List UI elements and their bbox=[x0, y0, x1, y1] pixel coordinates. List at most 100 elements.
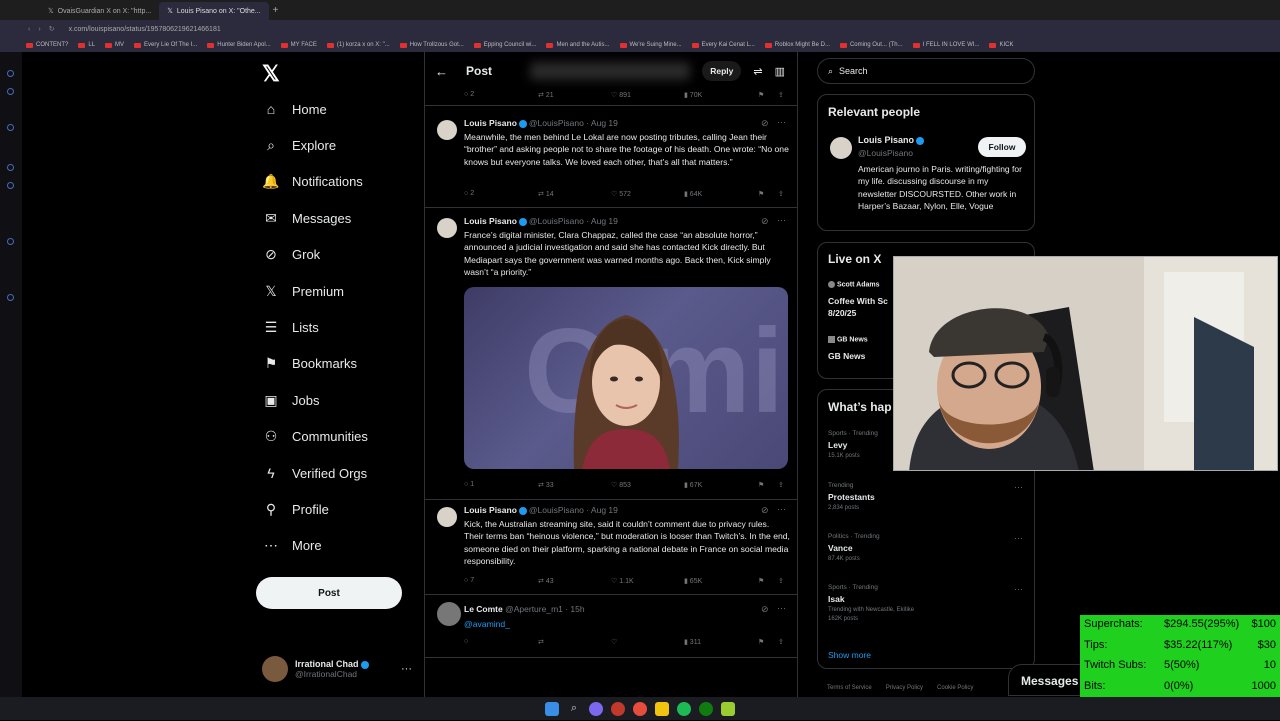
nav-item-bookmarks[interactable]: ⚑ Bookmarks bbox=[262, 355, 357, 373]
footer-link[interactable]: Privacy Policy bbox=[886, 685, 923, 691]
bookmark-item[interactable]: Every Kai Cenat L... bbox=[691, 42, 755, 48]
author-handle[interactable]: @LouisPisano · Aug 19 bbox=[529, 216, 618, 226]
person-name-line[interactable]: Louis Pisano bbox=[858, 135, 926, 145]
share-icon[interactable]: ⇪ bbox=[778, 190, 784, 198]
nav-item-premium[interactable]: 𝕏 Premium bbox=[262, 282, 344, 300]
post-item[interactable]: Louis Pisano @LouisPisano · Aug 19 ⊘ ··· … bbox=[425, 215, 797, 500]
sidebar-app-icon[interactable] bbox=[7, 164, 14, 171]
new-tab-icon[interactable]: + bbox=[273, 5, 279, 16]
follow-button[interactable]: Follow bbox=[978, 137, 1026, 157]
repost-action[interactable]: ⇄ 21 bbox=[538, 91, 554, 99]
forward-icon[interactable]: › bbox=[38, 26, 40, 33]
bookmark-item[interactable]: We're Suing Mine... bbox=[619, 42, 682, 48]
repost-action[interactable]: ⇄ 33 bbox=[538, 481, 554, 489]
account-switcher[interactable]: Irrational Chad @IrrationalChad ··· bbox=[262, 654, 412, 684]
search-input[interactable]: ⌕ Search bbox=[817, 58, 1035, 84]
like-action[interactable]: ♡ 1.1K bbox=[611, 577, 634, 585]
nav-item-explore[interactable]: ⌕ Explore bbox=[262, 136, 336, 154]
bookmark-icon[interactable]: ⚑ bbox=[758, 577, 764, 585]
reply-button[interactable]: Reply bbox=[702, 61, 742, 81]
author-name[interactable]: Louis Pisano bbox=[464, 505, 517, 515]
share-icon[interactable]: ⇪ bbox=[778, 638, 784, 646]
bookmark-icon[interactable]: ⚑ bbox=[758, 481, 764, 489]
footer-link[interactable]: Cookie Policy bbox=[937, 685, 973, 691]
bookmark-item[interactable]: How Trollzous Got... bbox=[399, 42, 464, 48]
show-more-link[interactable]: Show more bbox=[828, 650, 871, 660]
post-image[interactable]: C mi bbox=[464, 287, 788, 469]
live-title[interactable]: Coffee With Sc bbox=[828, 296, 888, 306]
repost-action[interactable]: ⇄ 43 bbox=[538, 577, 554, 585]
author-handle[interactable]: @LouisPisano · Aug 19 bbox=[529, 505, 618, 515]
start-menu-icon[interactable] bbox=[545, 701, 559, 716]
bookmark-item[interactable]: CONTENT? bbox=[26, 42, 68, 48]
author-name[interactable]: Louis Pisano bbox=[464, 118, 517, 128]
bookmark-icon[interactable]: ⚑ bbox=[758, 91, 764, 99]
trend-item[interactable]: Sports · Trending Isak Trending with New… bbox=[828, 584, 1028, 622]
browser-tab-1[interactable]: 𝕏 OvaisGuardian X on X: "http... bbox=[40, 2, 159, 20]
sidebar-app-icon[interactable] bbox=[7, 294, 14, 301]
more-dots-icon[interactable]: ··· bbox=[1014, 482, 1023, 492]
sidebar-app-icon[interactable] bbox=[7, 124, 14, 131]
sidebar-app-icon[interactable] bbox=[7, 88, 14, 95]
avatar[interactable] bbox=[830, 137, 852, 159]
author-avatar[interactable] bbox=[437, 218, 457, 238]
app-icon[interactable] bbox=[589, 701, 603, 716]
reload-icon[interactable]: ↻ bbox=[49, 25, 55, 33]
grok-icon[interactable]: ⊘ bbox=[761, 505, 769, 516]
more-dots-icon[interactable]: ··· bbox=[777, 117, 786, 127]
views-action[interactable]: ▮ 70K bbox=[684, 91, 702, 99]
views-action[interactable]: ▮ 65K bbox=[684, 577, 702, 585]
bookmark-item[interactable]: Epping Council wi... bbox=[473, 42, 536, 48]
bookmark-icon[interactable]: ⚑ bbox=[758, 638, 764, 646]
filter-icon[interactable]: ⇌ bbox=[753, 65, 762, 78]
views-action[interactable]: ▮ 311 bbox=[684, 638, 701, 646]
reply-action[interactable]: ○ 1 bbox=[464, 481, 474, 488]
sidebar-app-icon[interactable] bbox=[7, 182, 14, 189]
bookmark-item[interactable]: I FELL IN LOVE WI... bbox=[912, 42, 979, 48]
author-avatar[interactable] bbox=[437, 507, 457, 527]
more-dots-icon[interactable]: ··· bbox=[1014, 533, 1023, 543]
bookmark-item[interactable]: LL bbox=[78, 42, 95, 48]
author-name[interactable]: Le Comte bbox=[464, 604, 503, 614]
reply-action[interactable]: ○ 7 bbox=[464, 577, 474, 584]
back-arrow-icon[interactable]: ← bbox=[435, 64, 448, 79]
share-icon[interactable]: ⇪ bbox=[778, 91, 784, 99]
like-action[interactable]: ♡ 891 bbox=[611, 91, 631, 99]
bookmark-item[interactable]: MY FACE bbox=[280, 42, 317, 48]
post-item[interactable]: Le Comte @Aperture_m1 · 15h ⊘ ··· @avami… bbox=[425, 600, 797, 658]
url-field[interactable]: x.com/louispisano/status/195780621962146… bbox=[69, 26, 221, 33]
reply-action[interactable]: ○ 2 bbox=[464, 91, 474, 98]
bookmark-item[interactable]: Roblox Might Be D... bbox=[764, 42, 830, 48]
more-dots-icon[interactable]: ··· bbox=[401, 663, 412, 675]
nav-item-profile[interactable]: ⚲ Profile bbox=[262, 500, 329, 518]
more-dots-icon[interactable]: ··· bbox=[777, 504, 786, 514]
post-item[interactable]: Louis Pisano @LouisPisano · Aug 19 ⊘ ··· … bbox=[425, 504, 797, 595]
bookmark-item[interactable]: Hunter Biden Apol... bbox=[207, 42, 271, 48]
author-handle[interactable]: @Aperture_m1 · 15h bbox=[505, 604, 585, 614]
more-dots-icon[interactable]: ··· bbox=[777, 215, 786, 225]
author-name[interactable]: Louis Pisano bbox=[464, 216, 517, 226]
repost-action[interactable]: ⇄ bbox=[538, 638, 544, 646]
app-icon[interactable] bbox=[611, 701, 625, 716]
bookmark-item[interactable]: Every Lie Of The I... bbox=[134, 42, 197, 48]
nav-item-home[interactable]: ⌂ Home bbox=[262, 100, 327, 118]
panel-icon[interactable]: ▥ bbox=[775, 65, 785, 78]
sidebar-app-icon[interactable] bbox=[7, 238, 14, 245]
nav-item-lists[interactable]: ☰ Lists bbox=[262, 318, 319, 336]
back-icon[interactable]: ‹ bbox=[28, 26, 30, 33]
nav-item-grok[interactable]: ⊘ Grok bbox=[262, 246, 320, 264]
like-action[interactable]: ♡ bbox=[611, 638, 617, 646]
post-item[interactable]: Louis Pisano @LouisPisano · Aug 19 ⊘ ··· … bbox=[425, 117, 797, 208]
search-icon[interactable]: ⌕ bbox=[567, 702, 581, 716]
views-action[interactable]: ▮ 64K bbox=[684, 190, 702, 198]
repost-action[interactable]: ⇄ 14 bbox=[538, 190, 554, 198]
footer-link[interactable]: Terms of Service bbox=[827, 685, 872, 691]
nav-item-notifications[interactable]: 🔔 Notifications bbox=[262, 173, 363, 191]
like-action[interactable]: ♡ 572 bbox=[611, 190, 631, 198]
more-dots-icon[interactable]: ··· bbox=[1014, 584, 1023, 594]
nav-item-communities[interactable]: ⚇ Communities bbox=[262, 428, 368, 446]
trend-item[interactable]: Trending Protestants 2,834 posts bbox=[828, 482, 1028, 511]
app-icon[interactable] bbox=[721, 701, 735, 716]
live-title[interactable]: GB News bbox=[828, 351, 865, 361]
spotify-icon[interactable] bbox=[677, 701, 691, 716]
